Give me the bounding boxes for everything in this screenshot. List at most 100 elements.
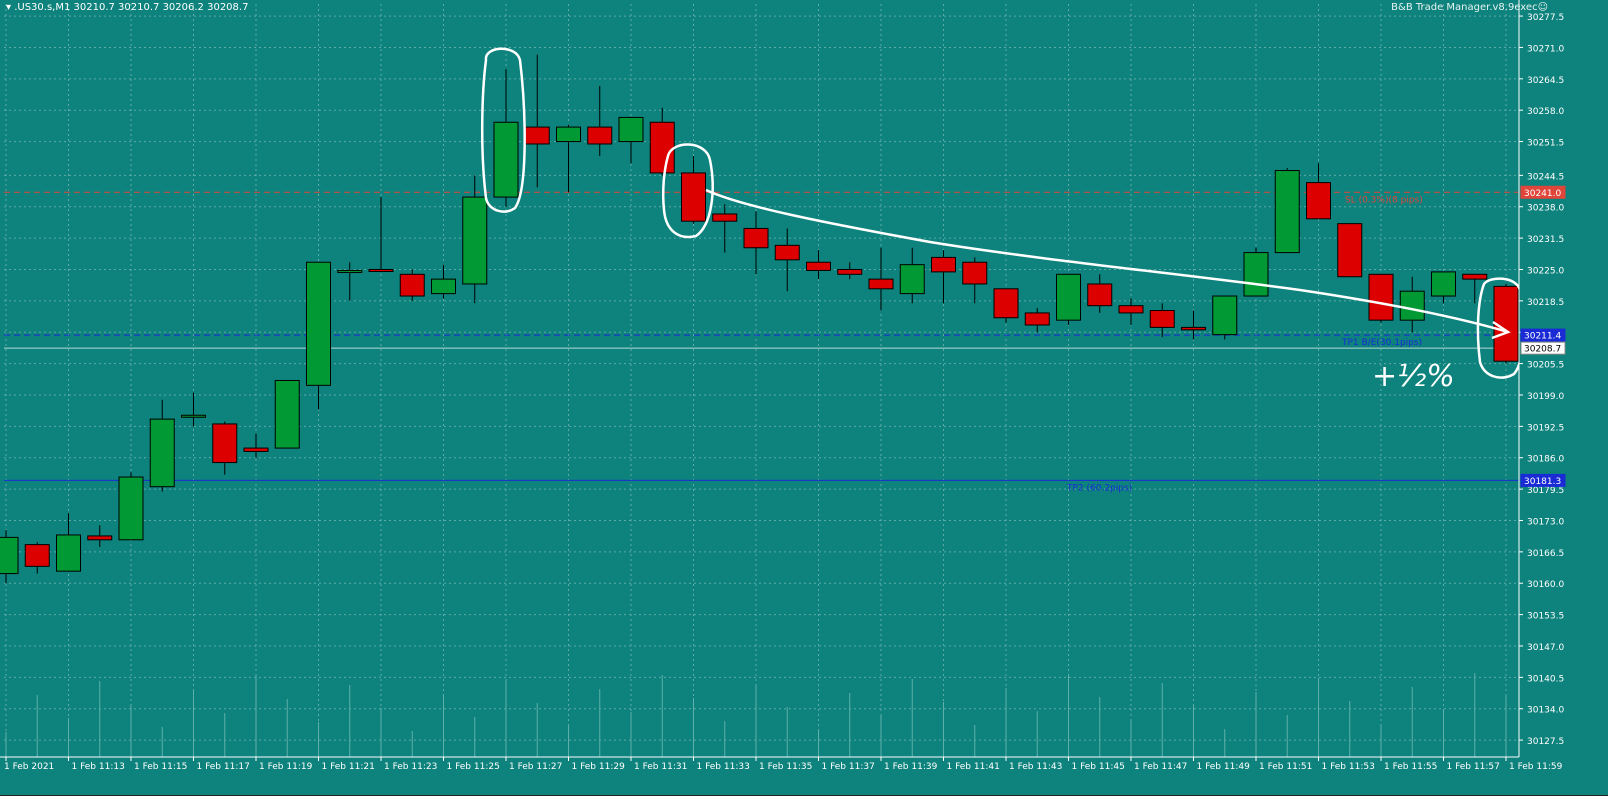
- x-tick-label: 1 Feb 11:15: [134, 762, 187, 772]
- y-tick-label: 30244.5: [1527, 172, 1564, 182]
- y-tick-label: 30186.0: [1527, 455, 1564, 465]
- current-price-tag: 30208.7: [1524, 345, 1561, 355]
- y-tick-label: 30238.0: [1527, 204, 1564, 214]
- x-tick-label: 1 Feb 11:29: [572, 762, 626, 772]
- candle-body[interactable]: [56, 534, 81, 572]
- candle-body[interactable]: [399, 273, 425, 297]
- y-tick-label: 30140.5: [1527, 674, 1564, 684]
- y-tick-label: 30134.0: [1527, 706, 1564, 716]
- chart-window[interactable]: SL (0.3%)(8 pips) TP1 B/E(30.1pips) TP2 (6…: [0, 0, 1608, 804]
- y-tick-label: 30251.5: [1527, 139, 1564, 149]
- x-tick-label: 1 Feb 11:31: [634, 762, 687, 772]
- x-tick-label: 1 Feb 11:57: [1447, 762, 1500, 772]
- y-tick-label: 30264.5: [1527, 76, 1564, 86]
- candle-body[interactable]: [1399, 290, 1425, 321]
- candle-body[interactable]: [774, 244, 800, 261]
- candle-body[interactable]: [899, 264, 925, 295]
- tp1-label: TP1 B/E(30.1pips): [1341, 338, 1422, 348]
- candle-body[interactable]: [837, 268, 863, 275]
- candle-body[interactable]: [306, 261, 331, 386]
- x-tick-label: 1 Feb 11:17: [197, 762, 250, 772]
- x-tick-label: 1 Feb 11:47: [1134, 762, 1187, 772]
- candle-body[interactable]: [368, 268, 394, 272]
- x-tick-label: 1 Feb 11:21: [322, 762, 375, 772]
- candle-body[interactable]: [118, 476, 144, 541]
- tp1-price-tag: 30211.4: [1524, 332, 1561, 342]
- x-tick-label: 1 Feb 11:35: [759, 762, 812, 772]
- chart-background: [0, 0, 1608, 803]
- price-chart[interactable]: SL (0.3%)(8 pips) TP1 B/E(30.1pips) TP2 (6…: [0, 0, 1608, 803]
- y-tick-label: 30199.0: [1527, 392, 1564, 402]
- candle-body[interactable]: [212, 423, 238, 464]
- candle-body[interactable]: [681, 172, 706, 222]
- symbol-ohlc-label[interactable]: ▾ .US30.s,M1 30210.7 30210.7 30206.2 302…: [6, 2, 248, 13]
- x-tick-label: 1 Feb 11:41: [947, 762, 1000, 772]
- candle-body[interactable]: [931, 256, 956, 273]
- candle-body[interactable]: [806, 261, 831, 271]
- candle-body[interactable]: [524, 126, 550, 145]
- y-tick-label: 30179.5: [1527, 486, 1564, 496]
- trade-manager-label: B&B Trade Manager.v8.9exec☺: [1391, 2, 1548, 13]
- candle-body[interactable]: [962, 261, 988, 285]
- candle-body[interactable]: [1118, 305, 1144, 314]
- candle-body[interactable]: [743, 227, 769, 249]
- y-tick-label: 30147.0: [1527, 643, 1564, 653]
- candle-body[interactable]: [243, 447, 269, 452]
- x-tick-label: 1 Feb 11:23: [384, 762, 437, 772]
- y-tick-label: 30127.5: [1527, 737, 1564, 747]
- x-tick-label: 1 Feb 11:51: [1259, 762, 1312, 772]
- y-tick-label: 30173.0: [1527, 517, 1564, 527]
- candle-body[interactable]: [1243, 252, 1269, 297]
- candle-body[interactable]: [618, 116, 644, 143]
- candle-body[interactable]: [712, 213, 738, 222]
- candle-body[interactable]: [993, 288, 1019, 319]
- candle-body[interactable]: [868, 278, 894, 290]
- candle-body[interactable]: [556, 126, 581, 143]
- sl-label: SL (0.3%)(8 pips): [1345, 195, 1423, 205]
- candle-body[interactable]: [431, 278, 456, 295]
- candle-body[interactable]: [587, 126, 613, 145]
- candle-body[interactable]: [1024, 312, 1050, 326]
- x-tick-label: 1 Feb 11:45: [1072, 762, 1125, 772]
- candle-body[interactable]: [1181, 326, 1206, 331]
- tp2-label: TP2 (60.2pips): [1066, 483, 1132, 493]
- candle-body[interactable]: [1087, 283, 1113, 307]
- y-tick-label: 30153.5: [1527, 612, 1564, 622]
- candle-body[interactable]: [462, 196, 488, 285]
- candle-body[interactable]: [24, 544, 50, 567]
- tp2-price-tag: 30181.3: [1524, 477, 1561, 487]
- x-tick-label: 1 Feb 11:39: [884, 762, 938, 772]
- y-tick-label: 30166.5: [1527, 549, 1564, 559]
- y-tick-label: 30277.5: [1527, 13, 1564, 23]
- x-tick-label: 1 Feb 11:59: [1509, 762, 1563, 772]
- candle-body[interactable]: [1462, 273, 1488, 280]
- candle-body[interactable]: [337, 269, 363, 273]
- y-tick-label: 30192.5: [1527, 423, 1564, 433]
- candle-body[interactable]: [181, 414, 206, 418]
- x-tick-label: 1 Feb 11:27: [509, 762, 562, 772]
- candle-body[interactable]: [149, 418, 175, 488]
- sl-price-tag: 30241.0: [1524, 189, 1561, 199]
- x-tick-label: 1 Feb 11:13: [72, 762, 125, 772]
- y-tick-label: 30271.0: [1527, 44, 1564, 54]
- x-tick-label: 1 Feb 11:49: [1197, 762, 1251, 772]
- y-tick-label: 30225.0: [1527, 266, 1564, 276]
- x-tick-label: 1 Feb 11:55: [1384, 762, 1437, 772]
- candle-body[interactable]: [1149, 310, 1175, 328]
- x-tick-label: 1 Feb 11:19: [259, 762, 313, 772]
- candle-body[interactable]: [0, 536, 19, 575]
- y-tick-label: 30205.5: [1527, 361, 1564, 371]
- candle-body[interactable]: [1056, 273, 1081, 321]
- candle-body[interactable]: [1368, 273, 1394, 321]
- candle-body[interactable]: [1431, 271, 1456, 297]
- candle-body[interactable]: [1337, 223, 1363, 278]
- candle-body[interactable]: [87, 535, 113, 541]
- candle-body[interactable]: [274, 380, 300, 449]
- candle-body[interactable]: [649, 121, 675, 174]
- candle-body[interactable]: [1306, 182, 1331, 220]
- candle-body[interactable]: [1274, 170, 1300, 254]
- candle-body[interactable]: [1212, 295, 1238, 336]
- x-tick-label: 1 Feb 11:25: [447, 762, 500, 772]
- y-tick-label: 30218.5: [1527, 298, 1564, 308]
- candle-body[interactable]: [493, 121, 519, 198]
